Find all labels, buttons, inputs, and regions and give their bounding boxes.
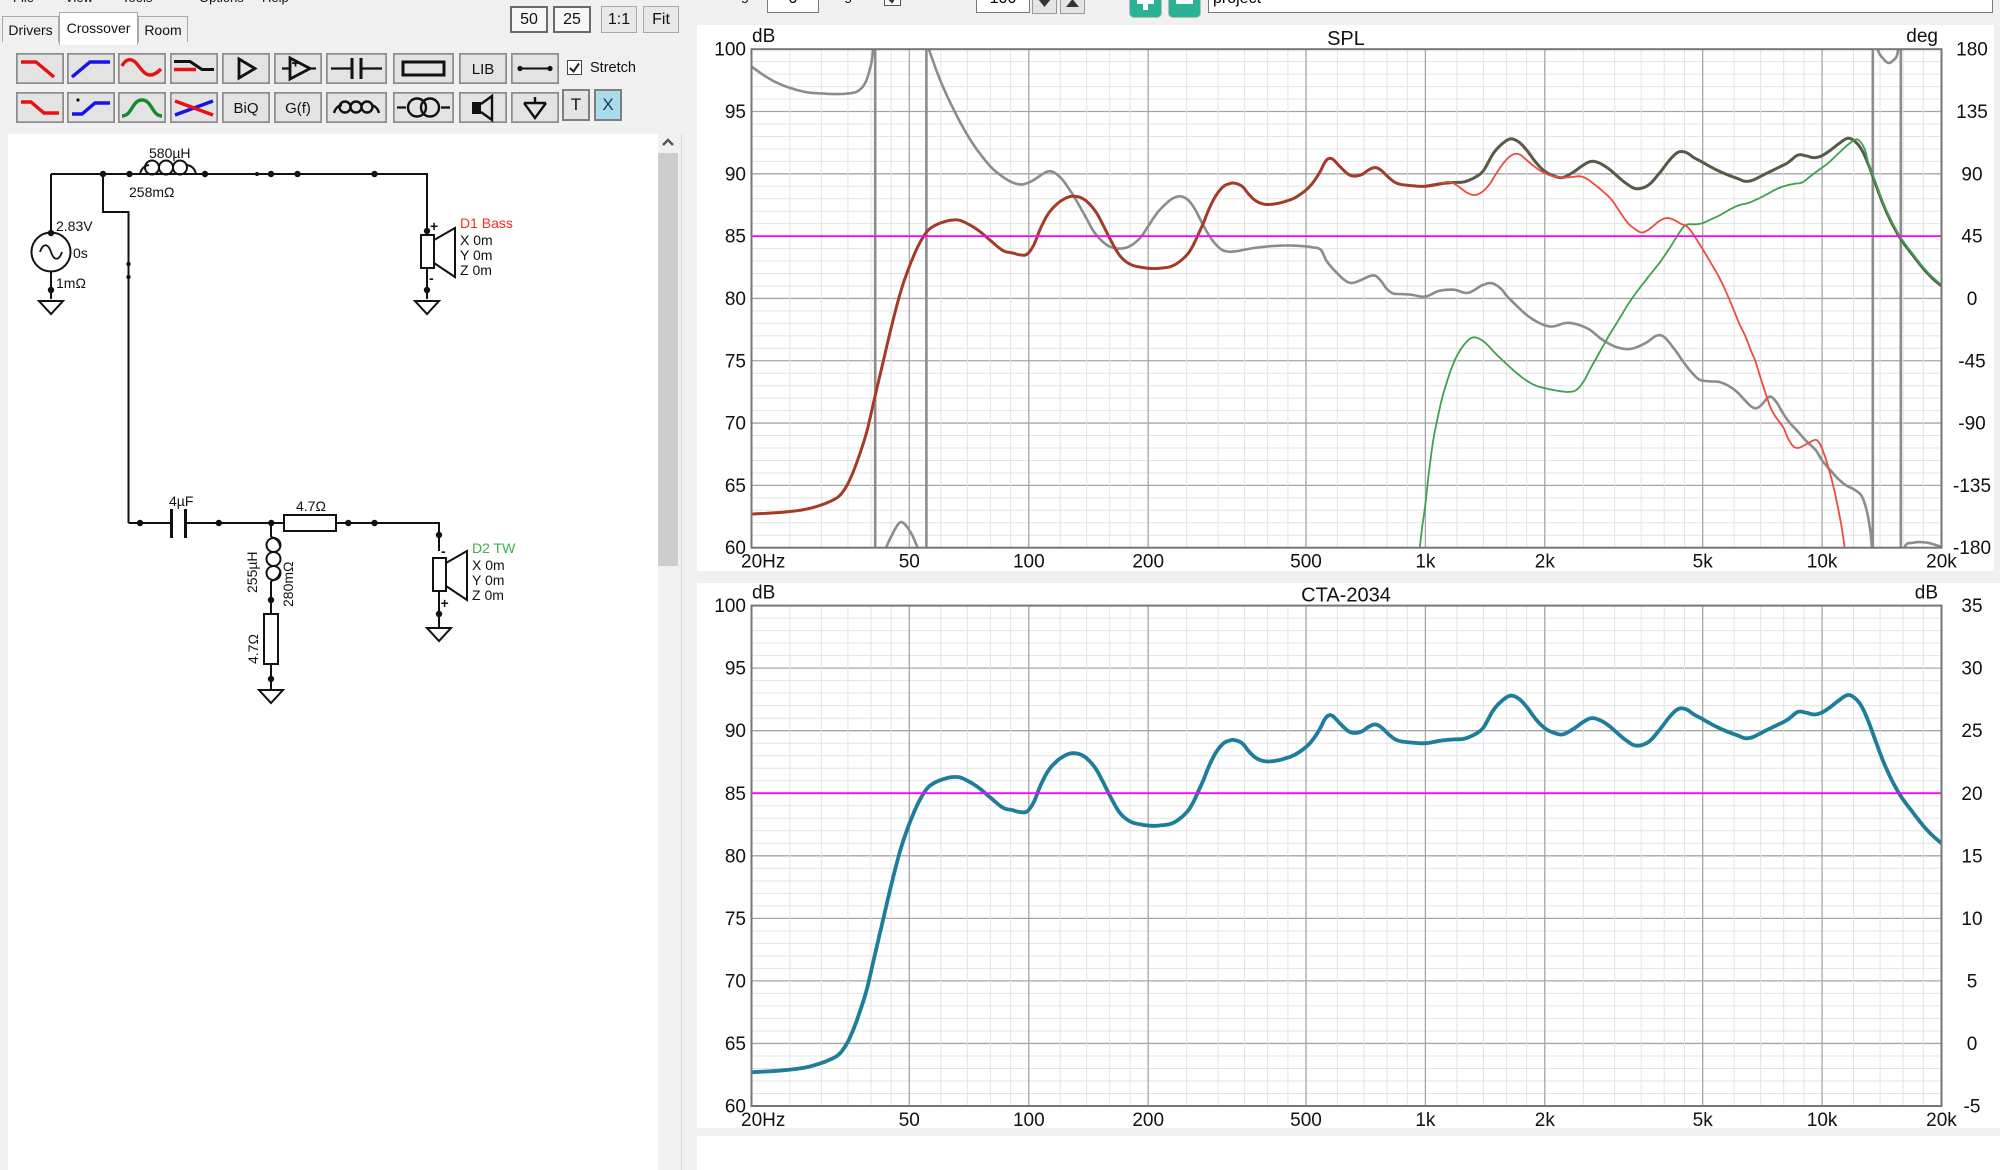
svg-text:+: + — [441, 595, 449, 611]
svg-text:200: 200 — [1132, 1110, 1164, 1128]
svg-text:0s: 0s — [73, 245, 88, 261]
svg-text:20Hz: 20Hz — [741, 552, 785, 571]
svg-text:-90: -90 — [1958, 414, 1985, 435]
svg-text:25: 25 — [1961, 721, 1982, 742]
svg-text:5k: 5k — [1693, 1110, 1714, 1128]
svg-text:10k: 10k — [1807, 1110, 1838, 1128]
svg-text:5: 5 — [1967, 971, 1978, 992]
svg-text:dB: dB — [752, 583, 775, 604]
svg-text:45: 45 — [1961, 227, 1982, 248]
svg-text:85: 85 — [725, 227, 746, 248]
svg-text:20k: 20k — [1926, 552, 1957, 571]
svg-text:-135: -135 — [1953, 476, 1991, 497]
svg-text:deg: deg — [1906, 26, 1938, 47]
svg-text:-180: -180 — [1953, 538, 1991, 559]
svg-text:+: + — [430, 218, 438, 234]
svg-text:Z 0m: Z 0m — [472, 587, 504, 603]
svg-text:-: - — [429, 270, 434, 286]
svg-text:580µH: 580µH — [149, 145, 191, 161]
svg-text:10k: 10k — [1807, 552, 1838, 571]
svg-text:15: 15 — [1961, 846, 1982, 867]
svg-text:95: 95 — [725, 659, 746, 680]
svg-text:500: 500 — [1290, 1110, 1322, 1128]
svg-text:180: 180 — [1956, 40, 1988, 61]
svg-text:1k: 1k — [1415, 552, 1436, 571]
svg-text:200: 200 — [1132, 552, 1164, 571]
svg-text:dB: dB — [752, 26, 775, 47]
svg-text:X 0m: X 0m — [472, 557, 505, 573]
svg-text:1mΩ: 1mΩ — [56, 275, 86, 291]
svg-text:4.7Ω: 4.7Ω — [296, 498, 326, 514]
svg-text:0: 0 — [1967, 289, 1978, 310]
svg-text:Y 0m: Y 0m — [472, 572, 504, 588]
svg-text:Y 0m: Y 0m — [460, 247, 492, 263]
svg-text:65: 65 — [725, 1034, 746, 1055]
svg-text:85: 85 — [725, 784, 746, 805]
svg-text:20: 20 — [1961, 784, 1982, 805]
svg-text:BiQ: BiQ — [233, 100, 258, 117]
svg-text:258mΩ: 258mΩ — [129, 184, 175, 200]
svg-text:10: 10 — [1961, 909, 1982, 930]
svg-text:50: 50 — [899, 1110, 920, 1128]
svg-text:100: 100 — [1013, 552, 1045, 571]
svg-text:75: 75 — [725, 351, 746, 372]
svg-text:90: 90 — [725, 164, 746, 185]
svg-text:-5: -5 — [1964, 1097, 1981, 1118]
svg-text:2k: 2k — [1535, 552, 1556, 571]
svg-text:100: 100 — [1013, 1110, 1045, 1128]
svg-text:2.83V: 2.83V — [56, 218, 93, 234]
svg-text:-45: -45 — [1958, 351, 1985, 372]
svg-text:100: 100 — [714, 596, 746, 617]
svg-text:G(f): G(f) — [285, 100, 311, 117]
svg-text:5k: 5k — [1693, 552, 1714, 571]
svg-text:65: 65 — [725, 476, 746, 497]
svg-text:100: 100 — [714, 40, 746, 61]
svg-text:4.7Ω: 4.7Ω — [245, 634, 261, 664]
svg-text:X 0m: X 0m — [460, 232, 493, 248]
svg-text:20Hz: 20Hz — [741, 1110, 785, 1128]
svg-text:500: 500 — [1290, 552, 1322, 571]
svg-text:90: 90 — [1961, 164, 1982, 185]
svg-text:SPL: SPL — [1327, 28, 1365, 50]
svg-text:255µH: 255µH — [244, 551, 260, 593]
svg-text:20k: 20k — [1926, 1110, 1957, 1128]
svg-text:D1 Bass: D1 Bass — [460, 215, 513, 231]
svg-text:80: 80 — [725, 846, 746, 867]
svg-text:70: 70 — [725, 971, 746, 992]
svg-text:CTA-2034: CTA-2034 — [1301, 585, 1391, 607]
svg-text:80: 80 — [725, 289, 746, 310]
svg-text:135: 135 — [1956, 102, 1988, 123]
svg-text:Z 0m: Z 0m — [460, 262, 492, 278]
svg-text:D2 TW: D2 TW — [472, 540, 516, 556]
svg-text:0: 0 — [1967, 1034, 1978, 1055]
svg-text:LIB: LIB — [472, 61, 495, 78]
svg-text:-: - — [441, 543, 446, 559]
svg-text:280mΩ: 280mΩ — [280, 562, 296, 608]
svg-text:95: 95 — [725, 102, 746, 123]
svg-text:30: 30 — [1961, 659, 1982, 680]
svg-text:75: 75 — [725, 909, 746, 930]
svg-text:dB: dB — [1915, 583, 1938, 604]
svg-text:35: 35 — [1961, 596, 1982, 617]
svg-text:1k: 1k — [1415, 1110, 1436, 1128]
svg-text:50: 50 — [899, 552, 920, 571]
svg-text:70: 70 — [725, 414, 746, 435]
svg-text:2k: 2k — [1535, 1110, 1556, 1128]
svg-text:4µF: 4µF — [169, 493, 193, 509]
svg-text:90: 90 — [725, 721, 746, 742]
